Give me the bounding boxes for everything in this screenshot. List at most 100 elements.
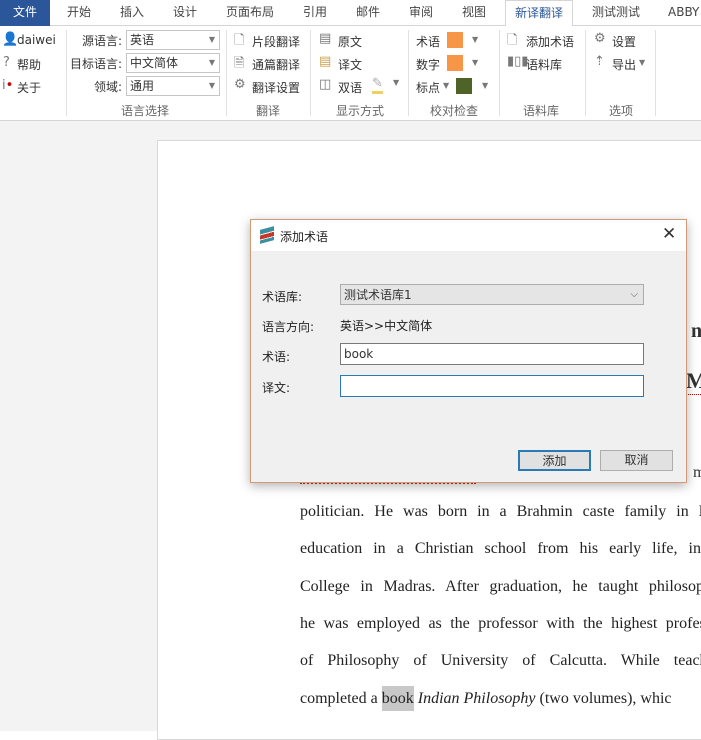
tab-home[interactable]: 开始 xyxy=(67,0,91,26)
translate-settings-button[interactable]: 翻译设置 xyxy=(252,79,300,96)
selected-text[interactable]: book xyxy=(381,686,414,711)
doc-line: College in Madras. After graduation, he … xyxy=(300,578,701,595)
divider xyxy=(408,30,409,116)
export-button[interactable]: 导出 xyxy=(612,56,636,73)
translation-input[interactable] xyxy=(340,375,644,397)
chevron-down-icon[interactable]: ▼ xyxy=(639,58,645,67)
tab-insert[interactable]: 插入 xyxy=(120,0,144,26)
divider xyxy=(310,30,311,116)
chevron-down-icon[interactable]: ▼ xyxy=(472,35,478,44)
about-button[interactable]: 关于 xyxy=(17,79,41,96)
add-term-dialog: 添加术语 ✕ 术语库: 测试术语库1 ⌵ 语言方向: 英语>>中文简体 术语: b… xyxy=(250,219,687,483)
target-language-label: 目标语言: xyxy=(70,57,123,71)
settings-button[interactable]: 设置 xyxy=(612,33,636,50)
divider xyxy=(499,30,500,116)
doc-line: education in a Christian school from his… xyxy=(300,540,701,557)
full-translate-icon: 🗎 xyxy=(234,56,245,71)
show-bilingual-button[interactable]: 双语 xyxy=(338,79,362,96)
doc-line: of Philosophy of University of Calcutta.… xyxy=(300,652,701,669)
translation-label: 译文: xyxy=(262,381,291,395)
source-language-select[interactable]: 英语 ▼ xyxy=(126,30,220,50)
direction-label: 语言方向: xyxy=(262,320,315,334)
target-language-value: 中文简体 xyxy=(130,56,179,70)
user-icon: 👤 xyxy=(2,32,19,47)
group-label-display: 显示方式 xyxy=(336,104,385,118)
help-icon: ? xyxy=(3,55,10,70)
ribbon-tabs: 文件 开始 插入 设计 页面布局 引用 邮件 审阅 视图 新译翻译 测试测试 A… xyxy=(0,0,701,27)
chevron-down-icon[interactable]: ▼ xyxy=(443,81,449,90)
tab-references[interactable]: 引用 xyxy=(303,0,327,26)
punct-check-dropdown[interactable]: 标点 xyxy=(416,79,440,96)
add-button[interactable]: 添加 xyxy=(518,450,591,471)
ribbon: 👤 daiwei ? 帮助 i• 关于 源语言: 英语 ▼ 目标语言: 中文简体 ▼… xyxy=(0,26,701,121)
punct-color-swatch[interactable] xyxy=(456,78,472,94)
chevron-down-icon: ▼ xyxy=(208,58,215,67)
divider xyxy=(655,30,656,116)
partial-text-char: m xyxy=(693,464,701,481)
term-color-swatch[interactable] xyxy=(447,32,463,48)
user-name[interactable]: daiwei xyxy=(17,33,56,47)
gear-icon: ⚙ xyxy=(234,77,246,92)
tab-file[interactable]: 文件 xyxy=(0,0,50,26)
target-language-select[interactable]: 中文简体 ▼ xyxy=(126,53,220,73)
export-icon: ⇡ xyxy=(594,54,605,69)
help-button[interactable]: 帮助 xyxy=(17,56,41,73)
partial-heading-char: n xyxy=(691,320,701,342)
chevron-down-icon[interactable]: ▼ xyxy=(393,78,399,87)
chevron-down-icon[interactable]: ▼ xyxy=(482,81,488,90)
app-logo-icon xyxy=(260,226,274,244)
doc-line: completed a book Indian Philosophy (two … xyxy=(300,686,701,711)
close-icon[interactable]: ✕ xyxy=(662,224,676,244)
dialog-titlebar[interactable]: 添加术语 ✕ xyxy=(251,220,686,251)
chevron-down-icon[interactable]: ▼ xyxy=(472,58,478,67)
tab-xinyi-translate[interactable]: 新译翻译 xyxy=(505,0,574,27)
domain-select[interactable]: 通用 ▼ xyxy=(126,76,220,96)
domain-value: 通用 xyxy=(130,79,155,93)
tab-abbyy[interactable]: ABBY xyxy=(668,0,699,26)
gear-icon: ⚙ xyxy=(594,31,606,46)
tab-test[interactable]: 测试测试 xyxy=(592,0,640,26)
translation-icon: ▤ xyxy=(319,54,332,69)
partial-heading-char: M xyxy=(686,368,701,395)
full-translate-button[interactable]: 通篇翻译 xyxy=(252,56,300,73)
show-original-button[interactable]: 原文 xyxy=(338,33,362,50)
tab-view[interactable]: 视图 xyxy=(462,0,486,26)
domain-label: 领域: xyxy=(94,80,123,94)
highlight-pen-icon[interactable]: ✎ xyxy=(372,76,383,94)
tab-mailings[interactable]: 邮件 xyxy=(356,0,380,26)
group-label-translate: 翻译 xyxy=(256,104,281,118)
add-term-button[interactable]: 添加术语 xyxy=(526,33,574,50)
termbase-label: 术语库: xyxy=(262,290,303,304)
doc-line: politician. He was born in a Brahmin cas… xyxy=(300,503,701,520)
doc-text: completed a xyxy=(300,690,382,707)
direction-value: 英语>>中文简体 xyxy=(340,319,433,333)
bilingual-icon: ◫ xyxy=(319,77,332,92)
segment-translate-button[interactable]: 片段翻译 xyxy=(252,33,300,50)
doc-text: (two volumes), whic xyxy=(535,690,672,707)
show-translation-button[interactable]: 译文 xyxy=(338,56,362,73)
chevron-down-icon: ▼ xyxy=(208,81,215,90)
number-color-swatch[interactable] xyxy=(447,55,463,71)
tab-layout[interactable]: 页面布局 xyxy=(226,0,274,26)
corpus-button[interactable]: 语料库 xyxy=(526,56,562,73)
group-label-check: 校对检查 xyxy=(430,104,479,118)
group-label-corpus: 语料库 xyxy=(523,104,560,118)
number-check-label: 数字 xyxy=(416,58,441,72)
chevron-down-icon: ▼ xyxy=(208,35,215,44)
chevron-down-icon: ⌵ xyxy=(630,289,638,300)
original-icon: ▤ xyxy=(319,31,332,46)
divider xyxy=(585,30,586,116)
divider xyxy=(226,30,227,116)
divider xyxy=(66,30,67,116)
about-icon: i• xyxy=(2,78,14,93)
cancel-button[interactable]: 取消 xyxy=(600,450,673,471)
dialog-title: 添加术语 xyxy=(280,230,329,244)
termbase-select[interactable]: 测试术语库1 ⌵ xyxy=(340,284,644,305)
term-check-label: 术语 xyxy=(416,35,441,49)
term-input[interactable]: book xyxy=(340,343,644,365)
tab-review[interactable]: 审阅 xyxy=(409,0,433,26)
tab-design[interactable]: 设计 xyxy=(173,0,197,26)
italic-title: Indian Philosophy xyxy=(417,690,536,707)
term-label: 术语: xyxy=(262,350,291,364)
source-language-label: 源语言: xyxy=(82,34,123,48)
